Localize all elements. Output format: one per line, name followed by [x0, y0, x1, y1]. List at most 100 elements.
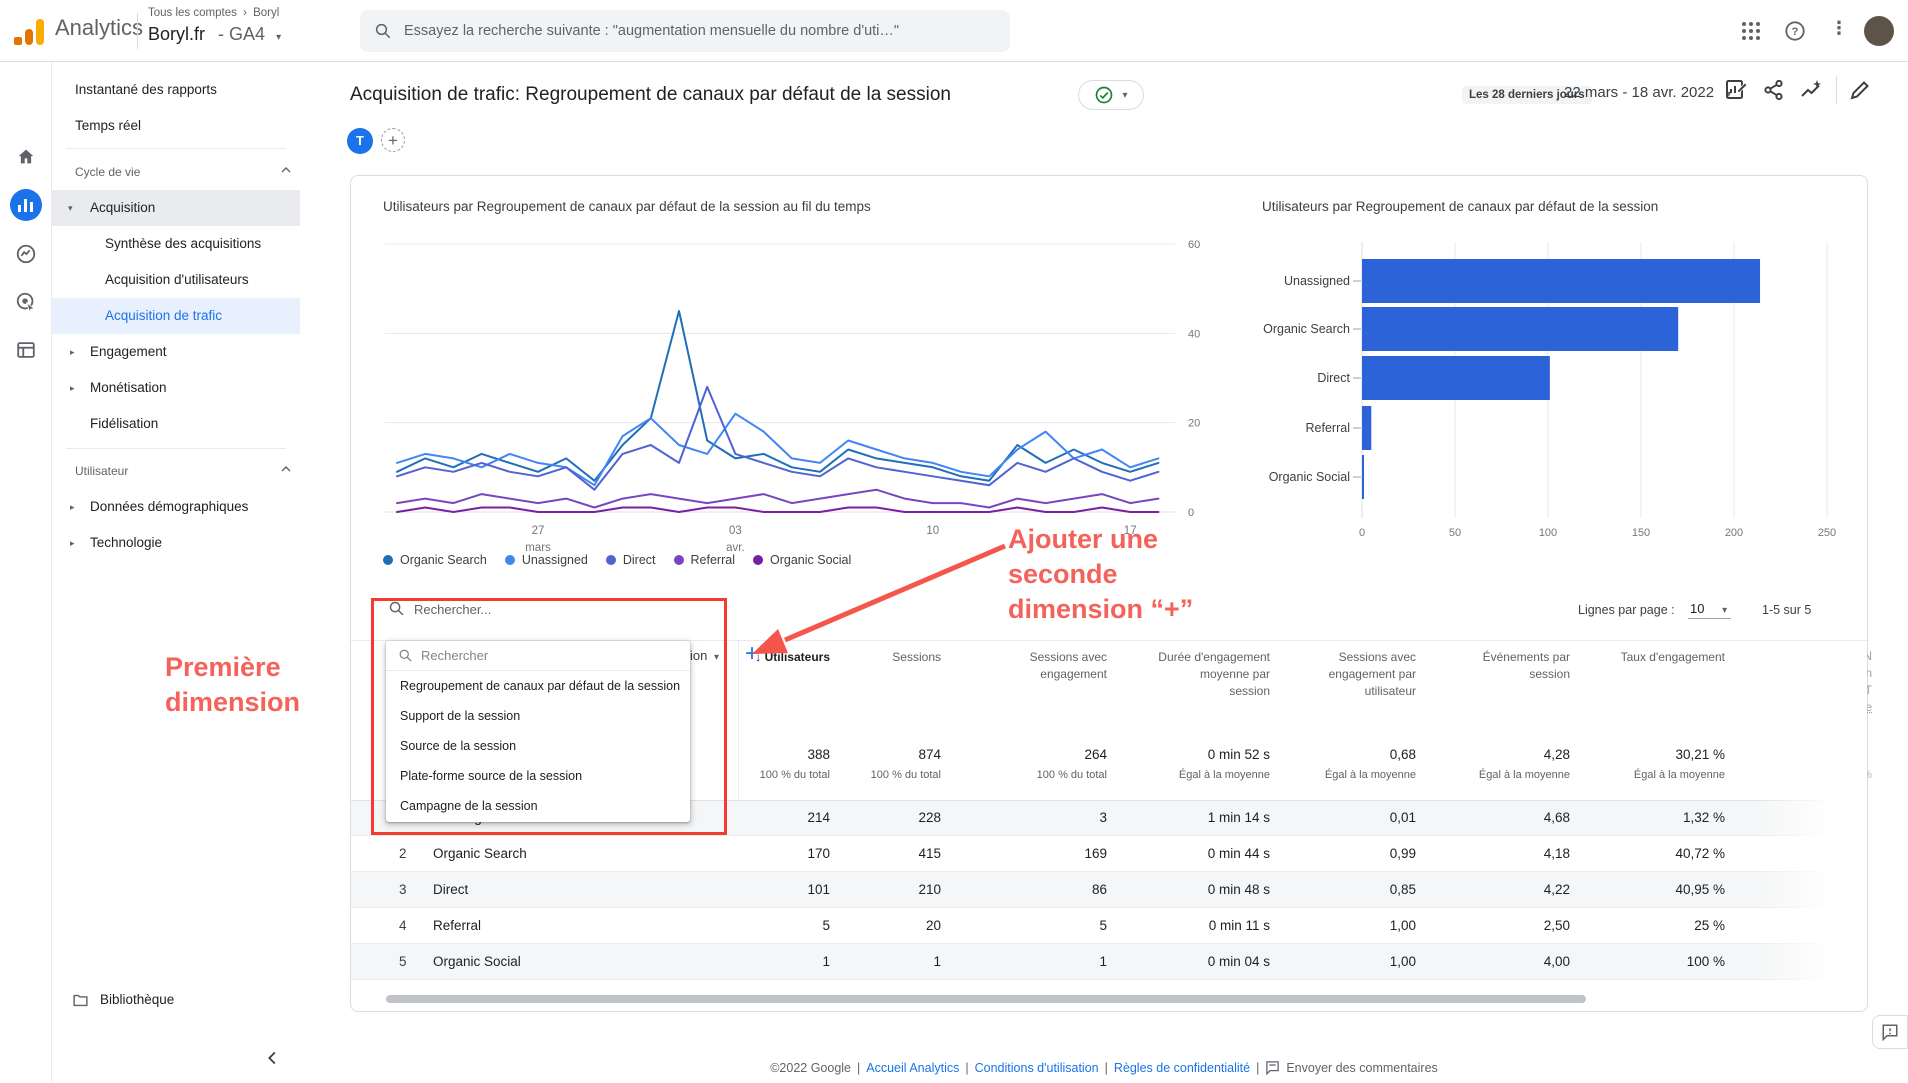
sidebar-item-acquisition-overview[interactable]: Synthèse des acquisitions: [52, 226, 300, 262]
row-cell: 1,32 %: [1682, 810, 1725, 825]
totals-value: 388: [807, 747, 830, 762]
footer-text[interactable]: Envoyer des commentaires: [1286, 1061, 1437, 1075]
dropdown-option[interactable]: Source de la session: [386, 731, 690, 761]
chevron-up-icon[interactable]: [278, 162, 294, 178]
user-avatar[interactable]: [1864, 16, 1894, 46]
sidebar-item-user-acquisition[interactable]: Acquisition d'utilisateurs: [52, 262, 300, 298]
more-options-icon[interactable]: ⋮: [1830, 18, 1848, 44]
row-cell: 101: [807, 882, 830, 897]
sidebar-item-engagement[interactable]: ▸ Engagement: [52, 334, 300, 370]
column-header[interactable]: Sessions: [851, 649, 941, 666]
row-cell: 25 %: [1694, 918, 1725, 933]
column-header[interactable]: Taux d'engagement: [1613, 649, 1725, 666]
footer-separator: |: [1104, 1060, 1108, 1075]
row-cell: 0 min 11 s: [1208, 918, 1270, 933]
collapse-sidebar-icon[interactable]: [262, 1047, 284, 1069]
footer-separator: |: [1256, 1060, 1260, 1075]
search-icon: [399, 649, 412, 662]
apps-grid-icon[interactable]: [1740, 20, 1764, 44]
sidebar-item-library[interactable]: Bibliothèque: [52, 982, 300, 1018]
help-icon[interactable]: ?: [1784, 20, 1808, 44]
row-cell: 228: [918, 810, 941, 825]
row-cell: 0,99: [1389, 846, 1416, 861]
column-header[interactable]: Événements par session: [1450, 649, 1570, 683]
sidebar-item-traffic-acquisition-selected[interactable]: Acquisition de trafic: [52, 298, 300, 334]
row-cell: 1: [1099, 954, 1107, 969]
row-cell: 3: [1099, 810, 1107, 825]
column-header[interactable]: Sessions avec engagement: [977, 649, 1107, 683]
horizontal-scrollbar[interactable]: [386, 995, 1586, 1003]
feedback-button[interactable]: [1872, 1015, 1908, 1049]
configure-icon[interactable]: [0, 330, 52, 370]
column-header[interactable]: ↓ Utilisateurs: [710, 649, 830, 666]
row-cell: 0,85: [1389, 882, 1416, 897]
table-row[interactable]: 2 Organic Search 170 415 169 0 min 44 s 0,99 4,…: [351, 836, 1867, 872]
row-cell: 100 %: [1686, 954, 1725, 969]
column-header[interactable]: Sessions avec engagement par utilisateur: [1278, 649, 1416, 700]
totals-sublabel: 100 % du total: [1036, 769, 1107, 781]
row-cell: 214: [807, 810, 830, 825]
row-cell: 4,68: [1543, 810, 1570, 825]
search-icon: [375, 23, 391, 39]
sidebar-item-realtime[interactable]: Temps réel: [52, 108, 300, 144]
row-cell: 5: [822, 918, 830, 933]
row-rank: 3: [399, 882, 407, 897]
totals-sublabel: Égal à la moyenne: [1324, 769, 1416, 781]
reports-icon-active[interactable]: [0, 185, 52, 225]
chevron-down-icon: ▾: [276, 32, 282, 43]
chevron-right-icon: ›: [243, 7, 247, 19]
row-cell: 170: [807, 846, 830, 861]
row-cell: 4,00: [1543, 954, 1570, 969]
ga4-traffic-acquisition-screen: Analytics Tous les comptes › Boryl Boryl…: [0, 0, 1908, 1083]
arrow-collapsed-icon: ▸: [70, 538, 75, 548]
row-channel: Organic Social: [433, 954, 521, 969]
totals-sublabel: Égal à la moyenne: [1633, 769, 1725, 781]
row-rank: 5: [399, 954, 407, 969]
dropdown-search-input[interactable]: Rechercher: [386, 641, 690, 671]
table-row[interactable]: 3 Direct 101 210 86 0 min 48 s 0,85 4,22 40,95 %: [351, 872, 1867, 908]
sidebar-item-technology[interactable]: ▸ Technologie: [52, 525, 300, 561]
footer-link[interactable]: Règles de confidentialité: [1114, 1061, 1250, 1075]
breadcrumb[interactable]: Tous les comptes › Boryl: [148, 7, 279, 19]
app-name: Analytics: [55, 15, 144, 40]
sidebar-item-demographics[interactable]: ▸ Données démographiques: [52, 489, 300, 525]
account-switcher[interactable]: Boryl.fr - GA4 ▾: [148, 24, 281, 45]
sidebar-item-retention[interactable]: Fidélisation: [52, 406, 300, 442]
table-row[interactable]: 5 Organic Social 1 1 1 0 min 04 s 1,00 4,00 100 …: [351, 944, 1867, 980]
advertising-icon[interactable]: [0, 282, 52, 322]
chevron-up-icon[interactable]: [278, 461, 294, 477]
row-cell: 20: [925, 918, 941, 933]
table-right-fade: [1755, 641, 1867, 985]
row-cell: 4,18: [1543, 846, 1570, 861]
dropdown-option[interactable]: Regroupement de canaux par défaut de la …: [386, 671, 690, 701]
footer-separator: |: [857, 1060, 861, 1075]
folder-icon: [73, 994, 88, 1007]
row-cell: 0 min 48 s: [1207, 882, 1270, 897]
row-cell: 1,00: [1389, 954, 1416, 969]
sidebar-item-monetization[interactable]: ▸ Monétisation: [52, 370, 300, 406]
totals-value: 264: [1084, 747, 1107, 762]
global-search-input[interactable]: Essayez la recherche suivante : "augment…: [360, 10, 1010, 52]
dropdown-option[interactable]: Plate-forme source de la session: [386, 761, 690, 791]
footer-link[interactable]: Accueil Analytics: [866, 1061, 959, 1075]
column-header[interactable]: Durée d'engagement moyenne par session: [1158, 649, 1270, 700]
sidebar-divider: [66, 448, 286, 449]
home-icon[interactable]: [0, 137, 52, 177]
sidebar-item-acquisition[interactable]: ▾ Acquisition: [52, 190, 300, 226]
footer: ©2022 Google | Accueil Analytics | Condition…: [300, 1052, 1908, 1083]
sidebar-item-snapshot[interactable]: Instantané des rapports: [52, 72, 300, 108]
explore-icon[interactable]: [0, 234, 52, 274]
sidebar-section-lifecycle: Cycle de vie: [75, 165, 141, 179]
footer-text: ©2022 Google: [770, 1060, 852, 1075]
row-cell: 0 min 44 s: [1207, 846, 1270, 861]
dropdown-option[interactable]: Campagne de la session: [386, 791, 690, 821]
footer-link[interactable]: Conditions d'utilisation: [975, 1061, 1099, 1075]
totals-sublabel: Égal à la moyenne: [1478, 769, 1570, 781]
row-cell: 2,50: [1543, 918, 1570, 933]
totals-value: 4,28: [1543, 747, 1570, 762]
dropdown-option[interactable]: Support de la session: [386, 701, 690, 731]
totals-value: 0 min 52 s: [1207, 747, 1270, 762]
table-row[interactable]: 4 Referral 5 20 5 0 min 11 s 1,00 2,50 25 %: [351, 908, 1867, 944]
analytics-logo-icon[interactable]: [14, 17, 44, 45]
row-cell: 1,00: [1389, 918, 1416, 933]
